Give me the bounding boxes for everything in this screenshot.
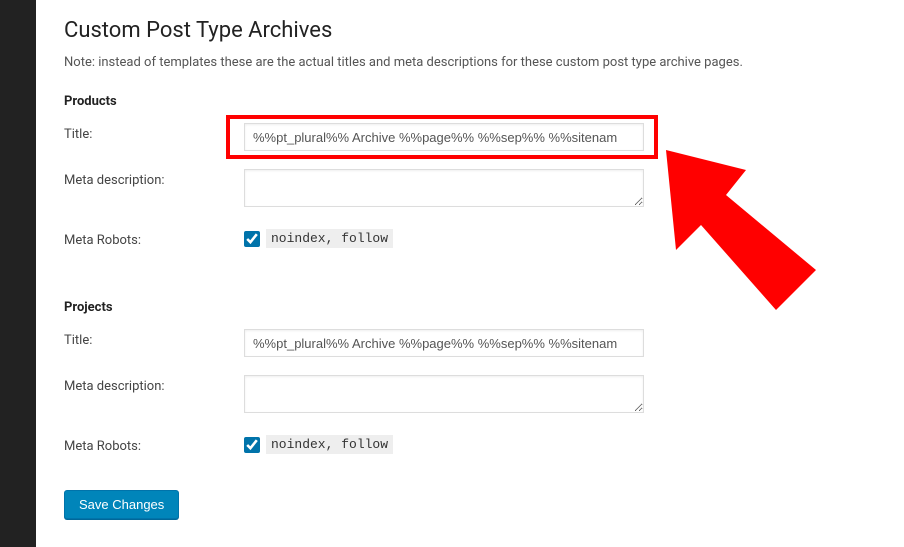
products-meta-desc-row: Meta description:: [64, 169, 876, 211]
products-robots-label: Meta Robots:: [64, 229, 244, 248]
page-note: Note: instead of templates these are the…: [64, 53, 876, 88]
products-title-label: Title:: [64, 123, 244, 142]
products-meta-desc-input[interactable]: [244, 169, 644, 207]
products-robots-text: noindex, follow: [266, 229, 393, 248]
projects-robots-checkbox[interactable]: [244, 437, 260, 453]
products-meta-desc-label: Meta description:: [64, 169, 244, 188]
save-button[interactable]: Save Changes: [64, 490, 179, 519]
projects-robots-label: Meta Robots:: [64, 435, 244, 454]
section-heading-products: Products: [64, 88, 876, 123]
page-title: Custom Post Type Archives: [64, 0, 876, 53]
projects-robots-text: noindex, follow: [266, 435, 393, 454]
projects-title-row: Title:: [64, 329, 876, 357]
projects-title-input[interactable]: [244, 329, 644, 357]
projects-meta-desc-row: Meta description:: [64, 375, 876, 417]
projects-robots-row: Meta Robots: noindex, follow: [64, 435, 876, 454]
products-robots-checkbox[interactable]: [244, 231, 260, 247]
products-robots-row: Meta Robots: noindex, follow: [64, 229, 876, 248]
section-heading-projects: Projects: [64, 294, 876, 329]
projects-meta-desc-label: Meta description:: [64, 375, 244, 394]
wp-admin-sidebar: [0, 0, 36, 547]
content-wrap: Custom Post Type Archives Note: instead …: [36, 0, 904, 547]
projects-title-label: Title:: [64, 329, 244, 348]
products-title-row: Title:: [64, 123, 876, 151]
products-title-input[interactable]: [244, 123, 644, 151]
projects-meta-desc-input[interactable]: [244, 375, 644, 413]
